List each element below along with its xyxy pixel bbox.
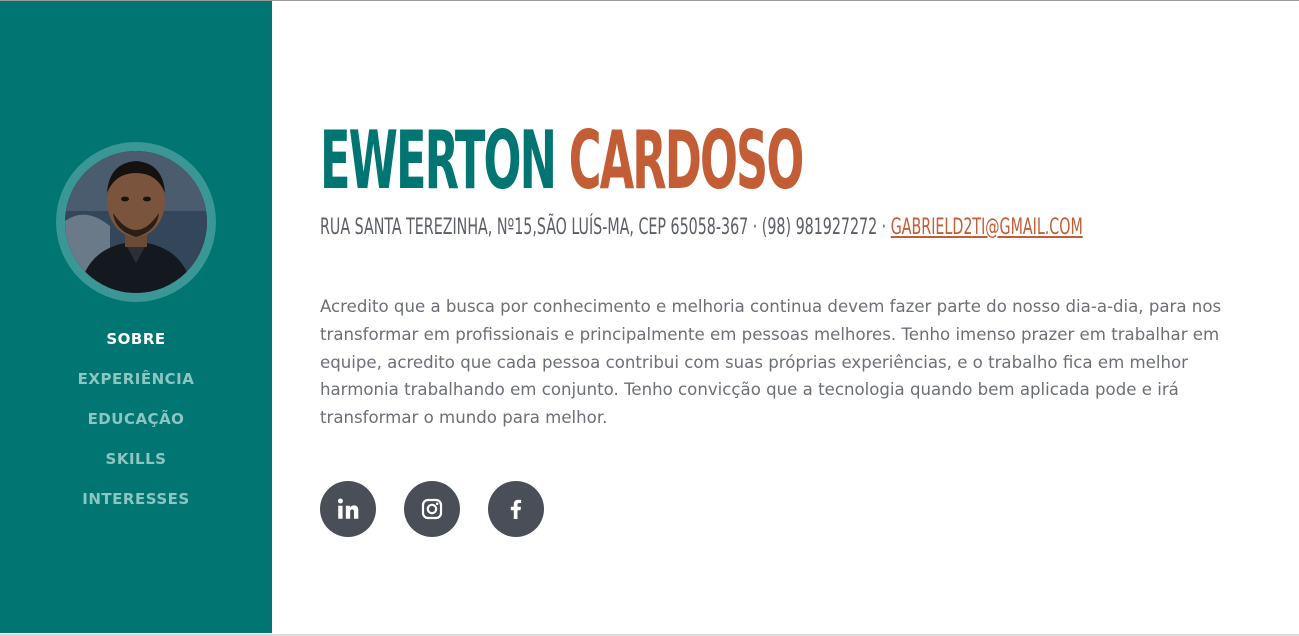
avatar-ring	[56, 142, 216, 302]
avatar	[65, 151, 207, 293]
social-links	[320, 481, 544, 537]
first-name: EWERTON	[320, 114, 557, 207]
facebook-button[interactable]	[488, 481, 544, 537]
nav-item-skills[interactable]: SKILLS	[0, 447, 272, 487]
facebook-icon	[510, 499, 522, 519]
contact-line: Rua Santa Terezinha, Nº15,São Luís-MA, C…	[320, 214, 1083, 242]
instagram-button[interactable]	[404, 481, 460, 537]
nav-item-sobre[interactable]: SOBRE	[0, 327, 272, 367]
linkedin-button[interactable]	[320, 481, 376, 537]
last-name: CARDOSO	[568, 114, 805, 207]
page-title: EWERTON CARDOSO	[320, 114, 805, 207]
address: Rua Santa Terezinha, Nº15,São Luís-MA, C…	[320, 215, 749, 240]
profile-photo	[65, 151, 207, 293]
instagram-icon	[421, 498, 443, 520]
sidebar: SOBRE EXPERIÊNCIA EDUCAÇÃO SKILLS INTERE…	[0, 1, 272, 633]
bio-text: Acredito que a busca por conhecimento e …	[320, 297, 1222, 428]
nav-item-experiencia[interactable]: EXPERIÊNCIA	[0, 367, 272, 407]
nav-item-educacao[interactable]: EDUCAÇÃO	[0, 407, 272, 447]
linkedin-icon	[337, 498, 359, 519]
nav-item-interesses[interactable]: INTERESSES	[0, 487, 272, 527]
phone: (98) 981927272	[761, 215, 878, 240]
separator: ·	[748, 215, 762, 240]
email-link[interactable]: gabrield2ti@gmail.com	[891, 215, 1083, 240]
separator: ·	[877, 215, 891, 240]
sidebar-nav: SOBRE EXPERIÊNCIA EDUCAÇÃO SKILLS INTERE…	[0, 327, 272, 527]
